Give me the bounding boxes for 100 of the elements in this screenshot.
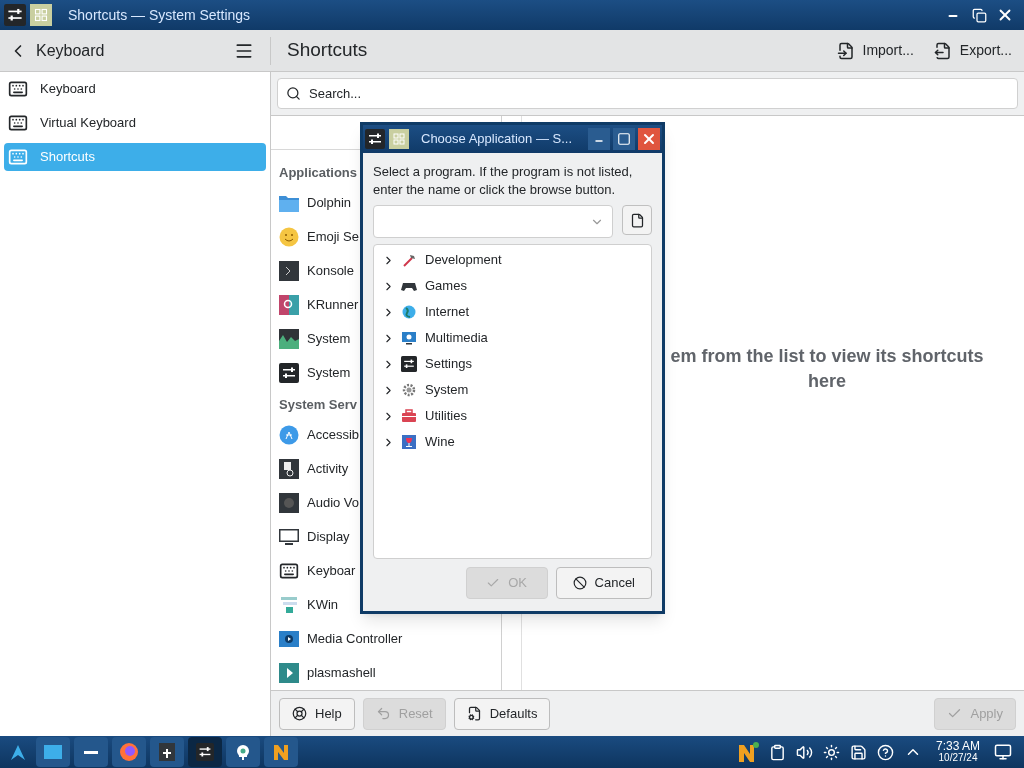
- list-item[interactable]: Accessib: [279, 418, 360, 452]
- taskbar-app[interactable]: [226, 737, 260, 767]
- sliders-icon: [279, 363, 299, 383]
- wine-glass-icon: [401, 434, 417, 450]
- list-item[interactable]: KWin: [279, 588, 339, 622]
- footer-button[interactable]: Defaults: [453, 697, 551, 730]
- sidebar-item[interactable]: Virtual Keyboard: [4, 109, 266, 137]
- undo-icon: [375, 706, 391, 721]
- list-item[interactable]: Emoji Se: [279, 220, 360, 254]
- list-item[interactable]: Keyboar: [279, 554, 356, 588]
- tree-item[interactable]: Wine: [425, 432, 455, 452]
- list-item[interactable]: KRunner: [279, 288, 359, 322]
- section-heading: Applications: [279, 164, 357, 183]
- list-item[interactable]: System: [279, 322, 351, 356]
- dialog-button[interactable]: Cancel: [555, 567, 652, 599]
- tree-item[interactable]: Multimedia: [425, 328, 488, 348]
- list-item[interactable]: Display: [279, 520, 350, 554]
- window-title: Shortcuts — System Settings: [68, 5, 251, 25]
- list-item[interactable]: Audio Vo: [279, 486, 360, 520]
- network-icon: [234, 743, 252, 761]
- clipboard-icon: [768, 743, 786, 761]
- taskbar-app[interactable]: [74, 737, 108, 767]
- help-icon: [876, 743, 894, 761]
- brightness-icon: [822, 743, 840, 761]
- lifebuoy-icon: [292, 706, 307, 721]
- list-item[interactable]: Dolphin: [279, 186, 352, 220]
- browse-button[interactable]: [622, 205, 652, 235]
- tree-item[interactable]: Internet: [425, 302, 470, 322]
- keyboard-icon: [8, 147, 28, 167]
- search-window-icon: [279, 295, 299, 315]
- grid-icon: [389, 129, 409, 149]
- window-stack-icon: [279, 595, 299, 615]
- grid-icon: [30, 4, 52, 26]
- toolbar-button[interactable]: Export...: [933, 40, 1012, 61]
- no-entry-icon: [572, 576, 587, 590]
- minimize-button[interactable]: [588, 128, 610, 150]
- search-icon: [286, 86, 301, 101]
- browser-icon: [119, 742, 139, 762]
- restore-icon: [971, 7, 987, 23]
- sliders-icon: [401, 356, 417, 372]
- shell-icon: [279, 663, 299, 683]
- globe-icon: [401, 304, 417, 320]
- toolbar-button[interactable]: Import...: [836, 40, 914, 61]
- document-gear-icon: [466, 706, 482, 721]
- tree-item[interactable]: Settings: [425, 354, 472, 374]
- clock-time: 7:33 AM: [935, 741, 980, 752]
- toolbox-icon: [401, 408, 417, 424]
- gear-icon: [401, 382, 417, 398]
- check-icon: [486, 576, 501, 590]
- launcher-icon: [9, 743, 27, 761]
- dialog-prompt: Select a program. If the program is not listed, enter the name or click the browse button.: [373, 163, 634, 199]
- app-logo-icon: [272, 743, 290, 761]
- footer-button[interactable]: Help: [279, 697, 355, 730]
- page-title: Shortcuts: [287, 38, 368, 63]
- package-icon: [159, 743, 175, 761]
- terminal-icon: [279, 261, 299, 281]
- taskbar-app[interactable]: [188, 737, 222, 767]
- search-field[interactable]: Search...: [277, 78, 1018, 109]
- taskbar-app[interactable]: [150, 737, 184, 767]
- speaker-icon: [795, 743, 813, 761]
- dialog-title: Choose Application — S...: [421, 130, 573, 149]
- tree-item[interactable]: Games: [425, 276, 467, 296]
- sliders-icon: [4, 4, 26, 26]
- tree-item[interactable]: Development: [425, 250, 502, 270]
- file-export-icon: [933, 41, 952, 60]
- file-icon: [629, 212, 645, 228]
- clock-date: 10/27/24: [938, 752, 978, 763]
- folder-icon: [44, 745, 62, 759]
- maximize-icon: [617, 132, 631, 146]
- tree-item[interactable]: Utilities: [425, 406, 467, 426]
- page-title: Keyboard: [36, 40, 105, 61]
- keyboard-icon: [279, 561, 299, 581]
- activity-icon: [279, 459, 299, 479]
- section-heading: System Serv: [279, 396, 358, 415]
- list-item[interactable]: System: [279, 356, 351, 390]
- monitor-icon: [279, 527, 299, 547]
- list-item[interactable]: plasmashell: [279, 656, 376, 690]
- show-desktop-button[interactable]: [994, 743, 1012, 761]
- tree-item[interactable]: System: [425, 380, 469, 400]
- keyboard-icon: [8, 113, 28, 133]
- sliders-icon: [196, 743, 214, 761]
- speaker-icon: [279, 493, 299, 513]
- list-item[interactable]: Media Controller: [279, 622, 403, 656]
- folder-icon: [279, 194, 299, 212]
- list-item[interactable]: Activity: [279, 452, 349, 486]
- keyboard-icon: [8, 79, 28, 99]
- hammer-icon: [401, 252, 417, 268]
- media-player-icon: [279, 629, 299, 649]
- monitor-icon: [401, 330, 417, 346]
- smiley-icon: [279, 227, 299, 247]
- app-logo-icon: [736, 741, 759, 763]
- sidebar-item[interactable]: Keyboard: [4, 75, 266, 103]
- sliders-icon: [365, 129, 385, 149]
- maximize-button[interactable]: [613, 128, 635, 150]
- close-icon: [641, 131, 657, 147]
- graph-icon: [279, 329, 299, 349]
- list-item[interactable]: Konsole: [279, 254, 354, 288]
- empty-message: em from the list to view its shortcuts here: [669, 345, 985, 393]
- file-import-icon: [836, 41, 855, 60]
- dash-icon: [84, 750, 98, 754]
